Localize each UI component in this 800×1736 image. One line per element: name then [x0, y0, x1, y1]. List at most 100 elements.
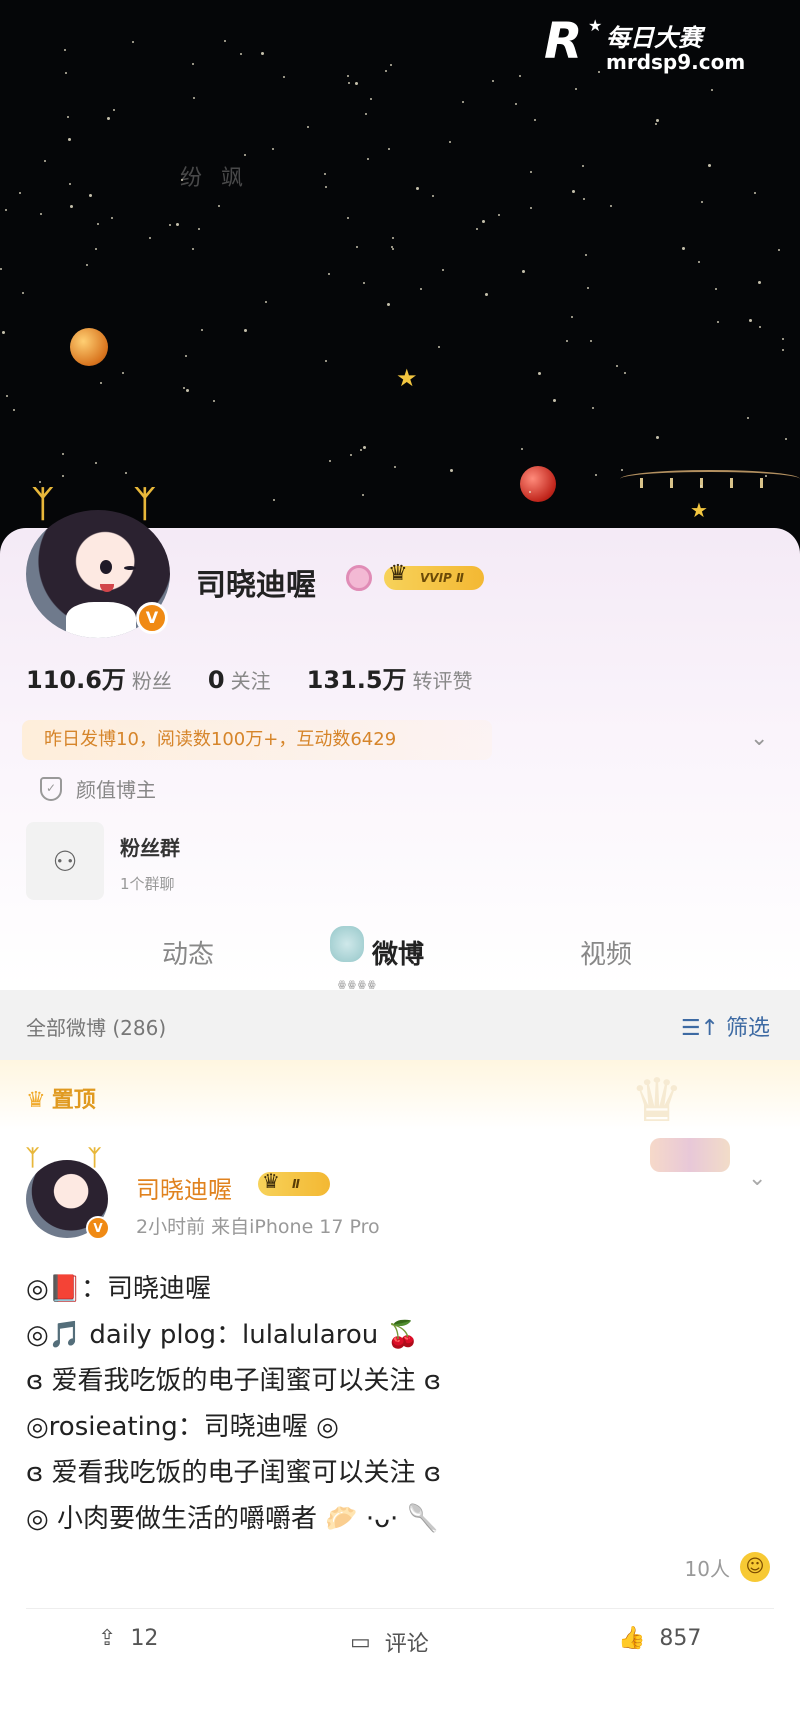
garland-decoration: [620, 470, 800, 500]
vvip-label: VVIP Ⅱ: [420, 571, 464, 585]
star-dot: [185, 355, 187, 357]
profile-avatar[interactable]: ᛉ ᛉ V: [24, 484, 174, 640]
star-dot: [582, 165, 584, 167]
likers-summary[interactable]: 10人 ☺: [685, 1552, 770, 1582]
star-dot: [218, 205, 220, 207]
followers-count[interactable]: 110.6万: [26, 660, 126, 695]
star-dot: [585, 254, 587, 256]
star-dot: [347, 217, 349, 219]
decorative-crown-icon: ♛: [630, 1066, 684, 1136]
post-meta: 2小时前 来自iPhone 17 Pro: [136, 1216, 380, 1238]
star-dot: [265, 301, 267, 303]
star-dot: [785, 438, 787, 440]
post-menu-chevron-icon[interactable]: ⌄: [748, 1166, 766, 1191]
post-vip-label: Ⅱ: [292, 1177, 300, 1191]
star-dot: [283, 76, 285, 78]
tab-video[interactable]: 视频: [580, 934, 632, 971]
profile-tag[interactable]: ✓ 颜值博主: [40, 774, 156, 803]
post-actions: ⇪ 12 ▭ 评论 👍 857: [0, 1626, 800, 1666]
repost-button[interactable]: ⇪ 12: [98, 1626, 158, 1651]
laugh-emoji-icon: ☺: [740, 1552, 770, 1582]
star-dot: [575, 88, 577, 90]
profile-name: 司晓迪喔: [196, 568, 316, 603]
star-dot: [747, 417, 749, 419]
star-dot: [595, 474, 597, 476]
fan-group-subtitle: 1个群聊: [120, 875, 175, 893]
star-dot: [125, 472, 127, 474]
pink-badge-icon[interactable]: [346, 565, 372, 591]
like-button[interactable]: 👍 857: [618, 1626, 701, 1651]
star-dot: [390, 64, 392, 66]
star-dot: [388, 148, 390, 150]
followers-label[interactable]: 粉丝: [132, 665, 172, 694]
profile-banner: 纷 飒 ★ ★ R ★ 每日大赛 mrdsp9.com: [0, 0, 800, 560]
star-dot: [325, 186, 327, 188]
post-author[interactable]: 司晓迪喔: [136, 1170, 232, 1205]
comment-icon: ▭: [350, 1629, 371, 1655]
post-avatar[interactable]: ᛉ ᛉ V: [24, 1146, 112, 1240]
star-dot: [122, 372, 124, 374]
vvip-badge[interactable]: ♛ VVIP Ⅱ: [384, 562, 484, 590]
mascot-icon: [330, 926, 364, 962]
antler-left-icon: ᛉ: [26, 1146, 40, 1171]
star-dot: [244, 329, 247, 332]
star-dot: [432, 195, 434, 197]
star-dot: [22, 292, 24, 294]
filter-button[interactable]: ☰↑ 筛选: [681, 1010, 770, 1042]
star-dot: [462, 101, 464, 103]
star-dot: [360, 449, 362, 451]
star-dot: [100, 382, 102, 384]
following-count[interactable]: 0: [208, 666, 225, 694]
verified-badge-icon: V: [86, 1216, 110, 1240]
crown-icon: ♛: [26, 1088, 46, 1113]
star-dot: [442, 269, 444, 271]
star-dot: [711, 89, 713, 91]
star-dot: [420, 288, 422, 290]
activity-summary[interactable]: 昨日发博10，阅读数100万+，互动数6429: [22, 720, 492, 760]
post-line: ◎rosieating：司晓迪喔 ◎: [26, 1412, 339, 1442]
star-dot: [201, 329, 203, 331]
post-body[interactable]: ◎📕：司晓迪喔 ◎🎵 daily plog：lulalularou 🍒 ɞ 爱看…: [26, 1266, 766, 1542]
tab-active-indicator: ꙮꙮꙮꙮ: [338, 980, 378, 990]
star-dot: [328, 273, 330, 275]
star-dot: [715, 288, 717, 290]
star-dot: [701, 201, 703, 203]
watermark: R ★ 每日大赛 mrdsp9.com: [544, 8, 790, 80]
star-dot: [698, 261, 700, 263]
star-dot: [244, 154, 246, 156]
star-dot: [416, 187, 419, 190]
like-icon: 👍: [618, 1626, 646, 1651]
tab-weibo[interactable]: 微博: [372, 934, 424, 971]
engagement-count[interactable]: 131.5万: [307, 660, 407, 695]
star-dot: [754, 192, 756, 194]
star-dot: [367, 158, 369, 160]
star-dot: [529, 491, 531, 493]
decorative-card-image: [650, 1138, 730, 1172]
watermark-title: 每日大赛: [606, 24, 702, 52]
planet-red-icon: [520, 466, 556, 502]
star-dot: [132, 41, 134, 43]
chevron-down-icon[interactable]: ⌄: [750, 726, 768, 751]
verified-badge-icon: V: [136, 602, 168, 634]
fan-group[interactable]: ⚇ 粉丝群 1个群聊: [26, 822, 180, 900]
star-dot: [363, 446, 366, 449]
planet-orange-icon: [70, 328, 108, 366]
comment-button[interactable]: ▭ 评论: [350, 1626, 429, 1658]
star-dot: [356, 246, 358, 248]
all-posts-label[interactable]: 全部微博 (286): [26, 1012, 166, 1041]
star-dot: [67, 116, 69, 118]
star-dot: [149, 237, 151, 239]
star-dot: [656, 119, 659, 122]
star-dot: [616, 365, 618, 367]
star-dot: [782, 349, 784, 351]
filter-button-label: 筛选: [725, 1016, 770, 1041]
following-label[interactable]: 关注: [231, 665, 271, 694]
engagement-label[interactable]: 转评赞: [413, 665, 473, 694]
tab-dynamics[interactable]: 动态: [162, 934, 214, 971]
star-dot: [621, 469, 623, 471]
filter-icon: ☰↑: [680, 1016, 726, 1041]
post-vip-badge[interactable]: ♛ Ⅱ: [258, 1169, 330, 1196]
star-dot: [387, 303, 390, 306]
star-dot: [64, 49, 66, 51]
star-dot: [682, 247, 685, 250]
